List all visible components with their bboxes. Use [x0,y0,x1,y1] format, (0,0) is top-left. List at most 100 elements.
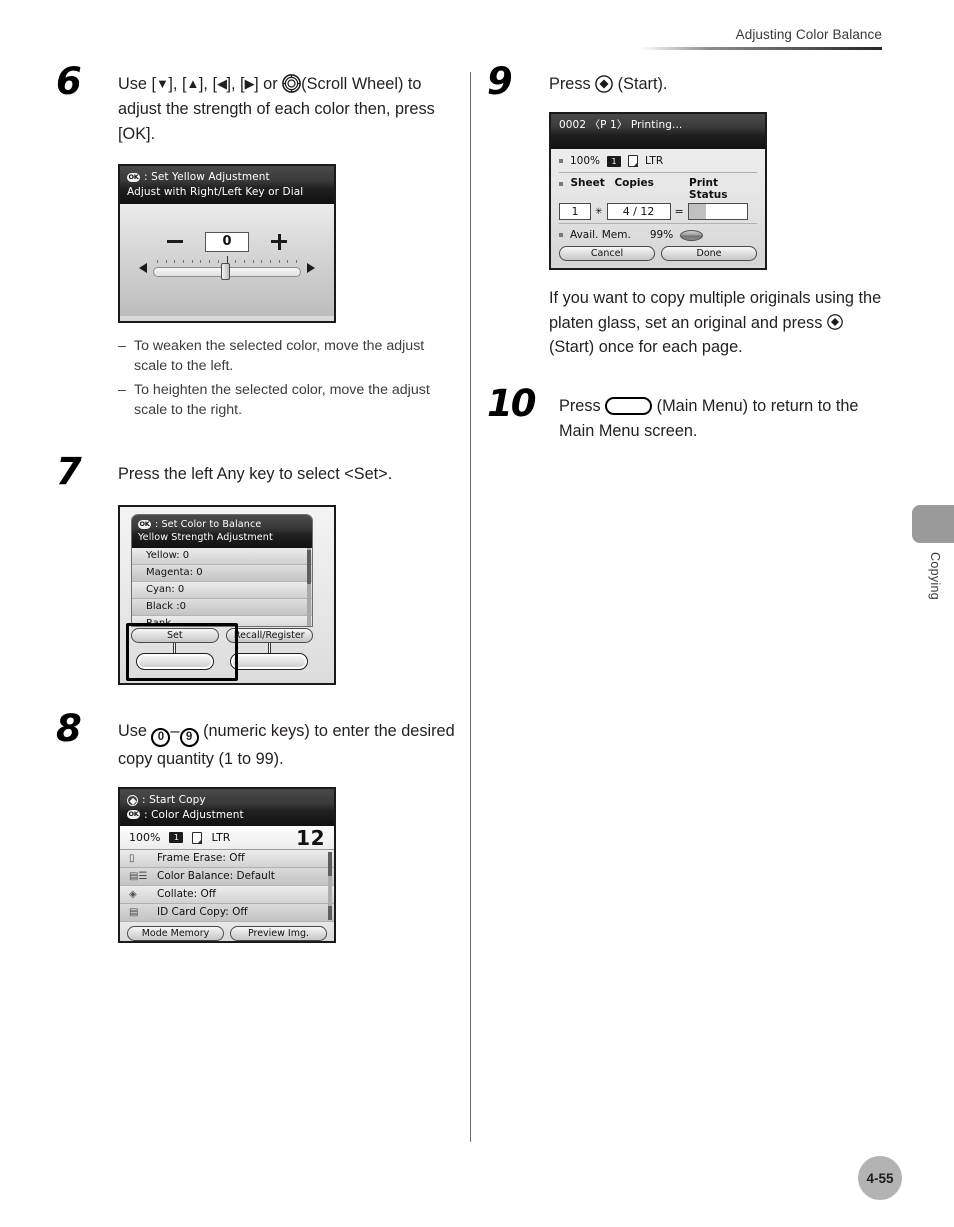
menu-item-color-balance[interactable]: ▤☰ Color Balance: Default [120,867,334,886]
lcd7-title: OK: Set Color to Balance Yellow Strength… [132,514,312,548]
step-8-text-tail: (numeric keys) to enter the desired copy… [118,721,455,768]
menu-item-collate[interactable]: ◈ Collate: Off [120,885,334,904]
lcd6-title: OK: Set Yellow Adjustment Adjust with Ri… [120,166,334,204]
right-any-key[interactable] [230,652,309,670]
slider-right-arrow-icon[interactable] [307,263,315,274]
lcd9-body: 100% 1 LTR Sheet Copies Print Status 1 ✳… [551,149,765,267]
scrollbar[interactable] [307,547,311,626]
running-header: Adjusting Color Balance [640,27,882,50]
step-8-key-dash: – [170,721,180,740]
ok-badge-icon: OK [127,810,140,820]
key-stem [267,642,271,653]
paper-count-icon: 1 [607,155,622,167]
list-item[interactable]: Rank [132,615,312,626]
up-arrow-icon: ▲ [186,76,200,91]
list-item[interactable]: Cyan: 0 [132,581,312,599]
zoom-number: 100 [129,831,150,845]
menu-item-label: Frame Erase: Off [157,852,245,865]
step-6-text-p3: ], [ [198,75,217,93]
lcd6-title-line2: Adjust with Right/Left Key or Dial [127,185,304,198]
menu-item-id-card-copy[interactable]: ▤ ID Card Copy: Off [120,903,334,922]
main-menu-key-icon [605,397,653,416]
ok-badge-icon: OK [138,519,151,529]
step-6-notes: – To weaken the selected color, move the… [118,336,456,420]
zoom-percent: % [590,155,601,168]
note-text: To weaken the selected color, move the a… [134,338,425,375]
step-7-number: 7 [56,449,82,493]
divider [559,223,757,225]
col-header-sheet: Sheet [570,177,605,190]
start-key-icon [827,313,845,332]
paper-icon [628,155,639,168]
step-8-number: 8 [56,706,82,750]
step-8-text-lead: Use [118,721,152,740]
paper-count-icon: 1 [169,832,184,844]
lcd9-column-headers: Sheet Copies Print Status [559,176,757,203]
step-9-instruction: Press (Start). [549,72,887,97]
zoom-number: 100 [570,155,591,168]
start-badge-icon [127,795,138,807]
menu-item-frame-erase[interactable]: ▯ Frame Erase: Off [120,849,334,868]
memory-number: 99 [649,229,664,242]
step-8: 8 Use 0–9 (numeric keys) to enter the de… [56,710,456,944]
step-8-instruction: Use 0–9 (numeric keys) to enter the desi… [118,719,456,772]
step-6: 6 Use [▼], [▲], [◀], [▶] or (Scroll Whee… [56,63,456,420]
page-number-badge: 4-55 [858,1156,902,1200]
note-item: – To heighten the selected color, move t… [118,380,456,420]
scrollbar[interactable] [328,851,332,920]
adjust-slider[interactable]: 0 [120,231,334,280]
numeric-key-0-icon: 0 [151,727,171,747]
preview-image-button[interactable]: Preview Img. [230,925,327,941]
list-item[interactable]: Black :0 [132,598,312,616]
lcd7-title-line1: : Set Color to Balance [155,518,262,530]
header-rule [640,47,882,50]
set-button[interactable]: Set [131,627,219,643]
slider-knob[interactable] [221,262,230,280]
memory-disk-icon [680,229,704,241]
memory-value: 99% [650,229,673,241]
zoom-value: 100% [570,155,600,167]
step-6-text-p1: Use [ [118,75,157,93]
slider-left-arrow-icon[interactable] [139,263,147,274]
lcd8-status-bar: 100% 1 LTR 12 [120,825,334,850]
step-9-number: 9 [487,60,513,103]
step-7: 7 Press the left Any key to select <Set>… [56,453,456,685]
equals-symbol: = [674,205,684,219]
lcd7-softkey-row: Set Recall/Register [131,627,313,643]
lcd9-softkey-row: Cancel Done [559,243,757,262]
list-item[interactable]: Yellow: 0 [132,547,312,565]
lcd8-title: : Start Copy OK: Color Adjustment [120,789,334,826]
lcd8-title-line1: : Start Copy [142,794,206,807]
list-item[interactable]: Magenta: 0 [132,564,312,582]
lcd9-fields: 1 ✳ 4 / 12 = [559,203,757,221]
copies-value: 4 / 12 [606,203,671,221]
note-text: To heighten the selected color, move the… [134,381,430,418]
mode-memory-button[interactable]: Mode Memory [127,925,224,941]
step-9-note: If you want to copy multiple originals u… [549,286,887,360]
memory-percent: % [663,229,674,242]
left-any-key[interactable] [135,652,214,670]
step-9-text-lead: Press [549,75,596,93]
note-dash: – [118,381,126,398]
sheet-value: 1 [559,203,591,221]
zoom-value: 100% [129,831,160,844]
step-7-instruction: Press the left Any key to select <Set>. [118,464,393,483]
column-divider [470,72,471,1142]
right-arrow-icon: ▶ [244,76,255,91]
done-button[interactable]: Done [661,246,757,262]
step-6-number: 6 [56,60,82,103]
lcd8-menu-list: ▯ Frame Erase: Off ▤☰ Color Balance: Defau… [120,849,334,922]
cancel-button[interactable]: Cancel [559,246,655,262]
bullet-icon [559,159,563,164]
plus-icon [271,233,287,250]
paper-size-label: LTR [645,155,664,168]
ok-badge-icon: OK [127,172,140,182]
paper-size-label: LTR [211,831,231,845]
lcd6-body: 0 [120,203,334,316]
menu-item-label: ID Card Copy: Off [157,906,248,919]
lcd7-hardware-keys [131,642,313,670]
step-6-instruction: Use [▼], [▲], [◀], [▶] or (Scroll Wheel)… [118,72,456,146]
scroll-wheel-icon [282,74,302,93]
step-9-note-p2: (Start) once for each page. [549,338,743,357]
recall-register-button[interactable]: Recall/Register [225,627,313,643]
